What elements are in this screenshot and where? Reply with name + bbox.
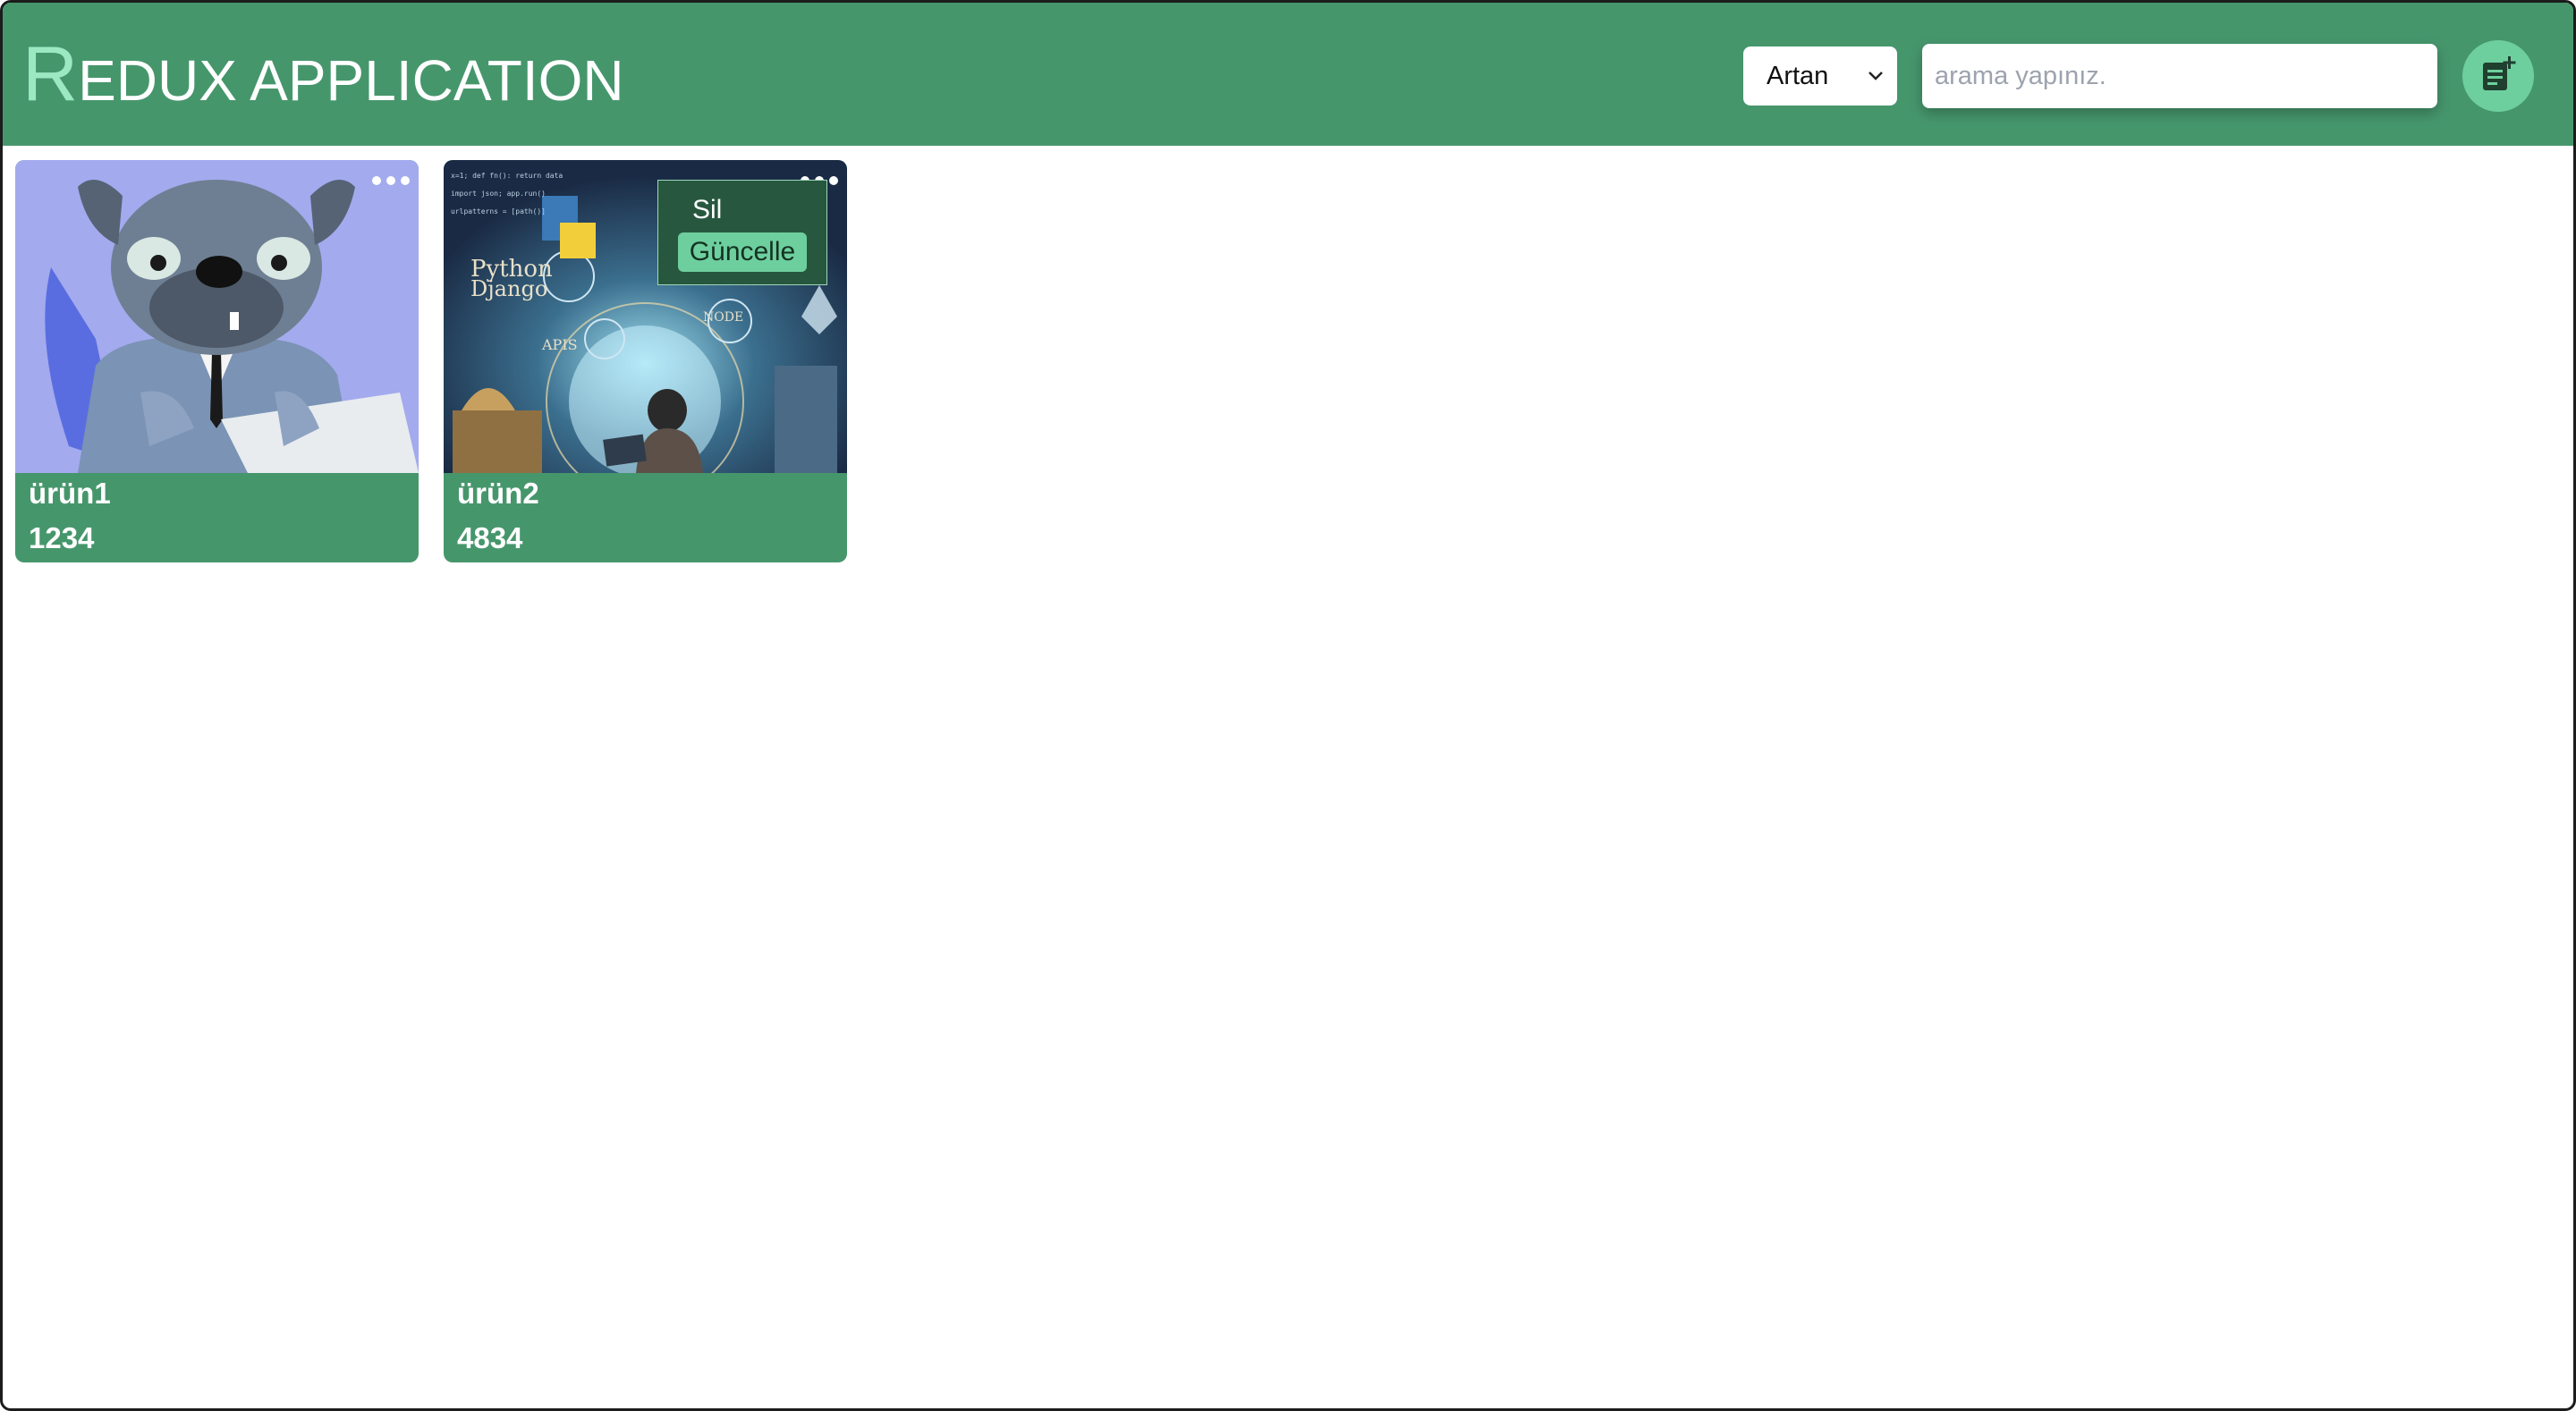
more-options-icon[interactable] bbox=[372, 176, 410, 185]
svg-text:urlpatterns = [path()]: urlpatterns = [path()] bbox=[451, 207, 546, 215]
update-menu-item[interactable]: Güncelle bbox=[678, 232, 807, 272]
sort-select[interactable]: Artan bbox=[1743, 46, 1897, 106]
svg-text:NODE: NODE bbox=[703, 310, 743, 325]
app-header: REDUX APPLICATION Artan bbox=[3, 3, 2573, 146]
sort-select-value: Artan bbox=[1767, 62, 1829, 90]
logo-initial: R bbox=[22, 31, 79, 117]
product-image bbox=[15, 160, 419, 473]
add-product-button[interactable] bbox=[2462, 40, 2534, 112]
product-name: ürün1 bbox=[29, 477, 111, 510]
product-name: ürün2 bbox=[457, 477, 539, 510]
product-price: 1234 bbox=[29, 521, 95, 554]
svg-text:Django: Django bbox=[470, 276, 547, 301]
note-add-icon bbox=[2479, 55, 2518, 98]
chevron-down-icon bbox=[1867, 46, 1885, 129]
logo-text: EDUX APPLICATION bbox=[78, 48, 624, 113]
product-context-menu: Sil Güncelle bbox=[657, 180, 827, 285]
app-logo: REDUX APPLICATION bbox=[22, 30, 624, 125]
svg-text:import json; app.run(): import json; app.run() bbox=[451, 190, 546, 198]
svg-text:APIS: APIS bbox=[541, 336, 578, 353]
delete-menu-item[interactable]: Sil bbox=[692, 195, 722, 225]
product-card[interactable]: ürün1 1234 bbox=[15, 160, 419, 562]
product-price: 4834 bbox=[457, 521, 523, 554]
app-window: REDUX APPLICATION Artan arama yapınız. ü… bbox=[0, 0, 2576, 1411]
search-input[interactable] bbox=[1922, 44, 2437, 108]
svg-text:x=1; def fn(): return data: x=1; def fn(): return data bbox=[451, 172, 563, 180]
